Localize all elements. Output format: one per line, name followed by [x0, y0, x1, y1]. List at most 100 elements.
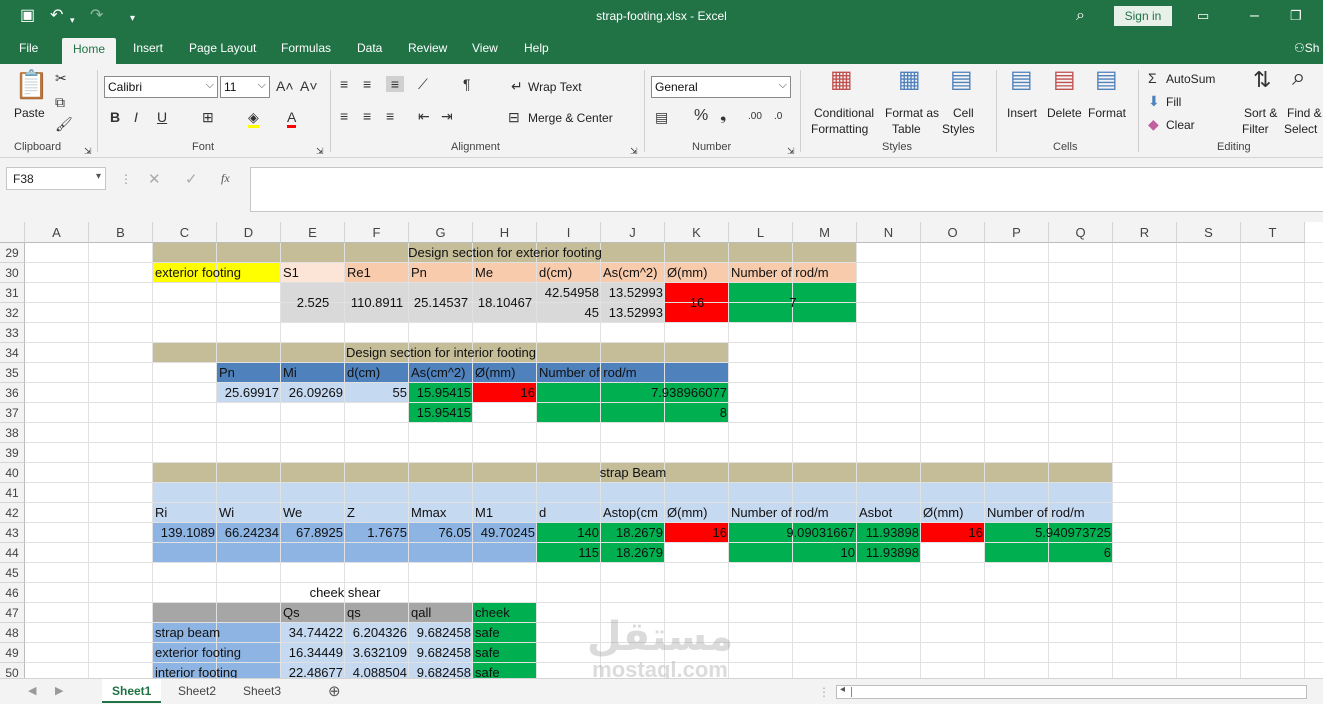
format-cells-icon[interactable]: ▤ — [1095, 68, 1118, 92]
italic-icon[interactable]: I — [134, 109, 138, 125]
sheet-tab-sheet1[interactable]: Sheet1 — [102, 679, 162, 703]
merge-center-icon[interactable]: ⊟ — [508, 109, 520, 125]
orientation-icon[interactable]: ⟋ — [418, 76, 428, 92]
align-bottom-icon[interactable]: ≡ — [386, 76, 404, 92]
column-header-c[interactable]: C — [153, 222, 217, 243]
row-header-41[interactable]: 41 — [0, 483, 25, 503]
conditional-formatting-icon[interactable]: ▦ — [830, 68, 853, 92]
paste-icon[interactable]: 📋 — [14, 70, 49, 100]
column-header-k[interactable]: K — [665, 222, 729, 243]
wrap-text-button[interactable]: Wrap Text — [528, 80, 582, 94]
autosum-icon[interactable]: Σ — [1148, 70, 1157, 86]
column-header-j[interactable]: J — [601, 222, 665, 243]
clear-icon[interactable]: ◆ — [1148, 116, 1159, 132]
select-all-corner[interactable] — [0, 222, 25, 243]
column-header-b[interactable]: B — [89, 222, 153, 243]
column-header-h[interactable]: H — [473, 222, 537, 243]
insert-function-icon[interactable]: fx — [221, 171, 230, 186]
copy-icon[interactable]: ⧉ — [55, 94, 65, 110]
horizontal-scrollbar[interactable]: ◂ — [836, 684, 1307, 699]
font-name-select[interactable]: Calibri ⌵ — [104, 76, 218, 98]
column-header-s[interactable]: S — [1177, 222, 1241, 243]
column-header-p[interactable]: P — [985, 222, 1049, 243]
row-header-32[interactable]: 32 — [0, 303, 25, 323]
scroll-right-icon[interactable]: ▶ — [55, 684, 63, 697]
number-format-select[interactable]: General ⌵ — [651, 76, 791, 98]
column-header-r[interactable]: R — [1113, 222, 1177, 243]
row-header-35[interactable]: 35 — [0, 363, 25, 383]
row-header-48[interactable]: 48 — [0, 623, 25, 643]
increase-indent-icon[interactable]: ⇥ — [441, 108, 453, 124]
format-as-table-label-2[interactable]: Table — [892, 122, 921, 136]
cell-styles-label-1[interactable]: Cell — [953, 106, 974, 120]
cell-styles-label-2[interactable]: Styles — [942, 122, 975, 136]
borders-icon[interactable]: ⊞ — [202, 109, 214, 125]
sign-in-button[interactable]: Sign in — [1114, 6, 1172, 26]
align-left-icon[interactable]: ≡ — [340, 108, 348, 124]
cell-styles-icon[interactable]: ▤ — [950, 68, 973, 92]
scroll-left-icon[interactable]: ◂ — [840, 684, 845, 695]
wrap-text-icon[interactable]: ↵ — [511, 78, 523, 94]
tab-home[interactable]: Home — [62, 38, 117, 64]
find-select-icon[interactable]: ⌕ — [1292, 66, 1305, 90]
row-header-47[interactable]: 47 — [0, 603, 25, 623]
delete-cells-icon[interactable]: ▤ — [1053, 68, 1076, 92]
tab-help[interactable]: Help — [524, 41, 549, 55]
comma-icon[interactable]: ❟ — [720, 108, 726, 124]
sheet-tab-sheet2[interactable]: Sheet2 — [168, 679, 226, 703]
row-header-44[interactable]: 44 — [0, 543, 25, 563]
name-box[interactable]: F38 ▾ — [6, 167, 106, 190]
tab-view[interactable]: View — [472, 41, 498, 55]
row-header-49[interactable]: 49 — [0, 643, 25, 663]
ribbon-display-icon[interactable]: ▭ — [1197, 7, 1209, 25]
underline-icon[interactable]: U — [157, 109, 167, 125]
conditional-formatting-label-2[interactable]: Formatting — [811, 122, 868, 136]
find-select-label-2[interactable]: Select — [1284, 122, 1317, 136]
row-header-42[interactable]: 42 — [0, 503, 25, 523]
scroll-left-icon[interactable]: ◀ — [28, 684, 36, 697]
format-as-table-icon[interactable]: ▦ — [898, 68, 921, 92]
row-header-29[interactable]: 29 — [0, 243, 25, 263]
row-header-38[interactable]: 38 — [0, 423, 25, 443]
font-launcher-icon[interactable]: ⇲ — [316, 143, 324, 159]
insert-cells-icon[interactable]: ▤ — [1010, 68, 1033, 92]
decrease-indent-icon[interactable]: ⇤ — [418, 108, 430, 124]
tab-formulas[interactable]: Formulas — [281, 41, 331, 55]
column-header-e[interactable]: E — [281, 222, 345, 243]
scrollbar-thumb[interactable] — [851, 687, 1306, 697]
tab-page-layout[interactable]: Page Layout — [189, 41, 256, 55]
column-header-l[interactable]: L — [729, 222, 793, 243]
align-middle-icon[interactable]: ≡ — [363, 76, 371, 92]
percent-icon[interactable]: % — [694, 108, 708, 124]
format-as-table-label-1[interactable]: Format as — [885, 106, 939, 120]
column-header-d[interactable]: D — [217, 222, 281, 243]
column-header-n[interactable]: N — [857, 222, 921, 243]
column-header-f[interactable]: F — [345, 222, 409, 243]
cut-icon[interactable]: ✂ — [55, 70, 67, 86]
increase-decimal-icon[interactable]: .00 — [748, 109, 762, 125]
row-header-46[interactable]: 46 — [0, 583, 25, 603]
column-header-q[interactable]: Q — [1049, 222, 1113, 243]
row-header-39[interactable]: 39 — [0, 443, 25, 463]
insert-cells-button[interactable]: Insert — [1007, 106, 1037, 120]
sheet-tab-sheet3[interactable]: Sheet3 — [233, 679, 291, 703]
share-button[interactable]: ⚇Sh — [1294, 41, 1319, 55]
row-header-30[interactable]: 30 — [0, 263, 25, 283]
text-direction-icon[interactable]: ¶ — [463, 76, 471, 92]
decrease-decimal-icon[interactable]: .0 — [774, 109, 782, 125]
spreadsheet-grid[interactable]: A B C D E F G H I J K L M N O P Q R S T 29 30 31 32 33 34 35 36 37 38… — [0, 222, 1323, 678]
column-header-a[interactable]: A — [25, 222, 89, 243]
merge-center-button[interactable]: Merge & Center — [528, 111, 613, 125]
decrease-font-icon[interactable]: A˅ — [300, 78, 318, 94]
row-header-50[interactable]: 50 — [0, 663, 25, 678]
align-center-icon[interactable]: ≡ — [363, 108, 371, 124]
row-header-36[interactable]: 36 — [0, 383, 25, 403]
row-header-37[interactable]: 37 — [0, 403, 25, 423]
clipboard-launcher-icon[interactable]: ⇲ — [84, 143, 92, 159]
align-right-icon[interactable]: ≡ — [386, 108, 394, 124]
minimize-icon[interactable]: – — [1250, 7, 1259, 25]
row-header-40[interactable]: 40 — [0, 463, 25, 483]
number-launcher-icon[interactable]: ⇲ — [787, 143, 795, 159]
row-header-45[interactable]: 45 — [0, 563, 25, 583]
column-header-g[interactable]: G — [409, 222, 473, 243]
